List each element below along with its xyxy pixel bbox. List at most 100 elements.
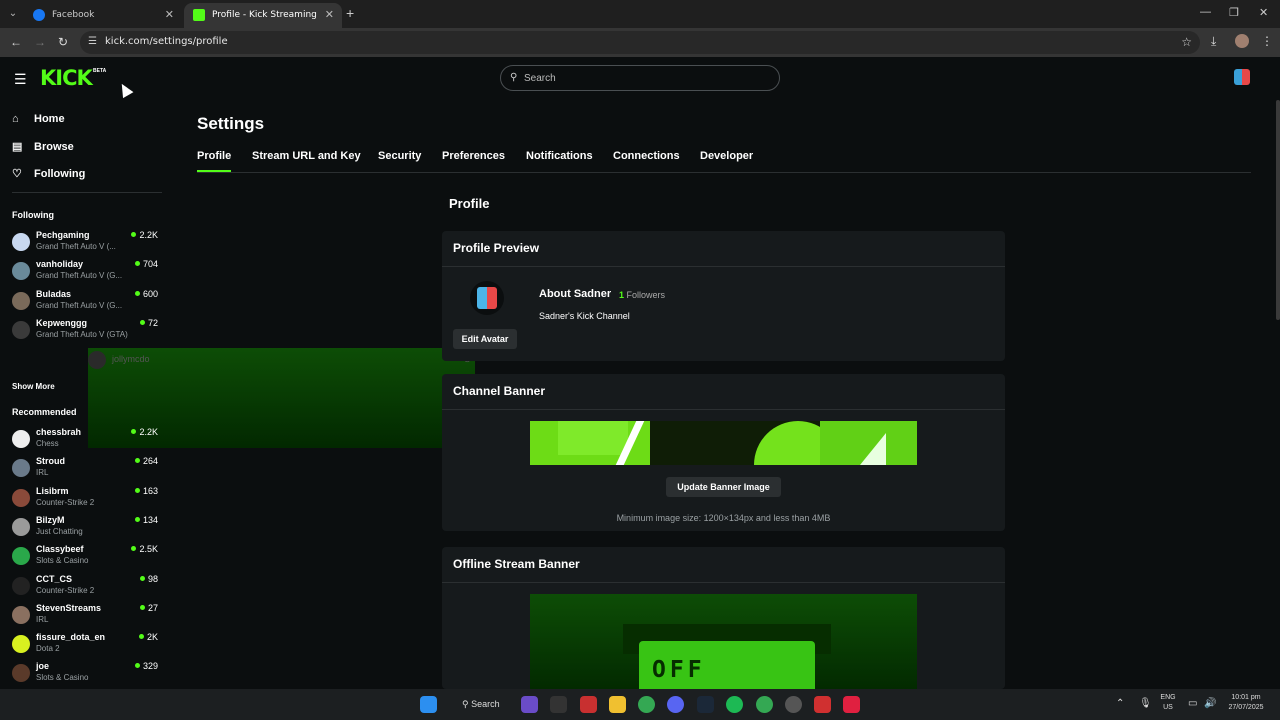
channel-item[interactable]: Stroud IRL 264 bbox=[12, 456, 162, 484]
channel-avatar bbox=[12, 635, 30, 654]
viewer-count: 264 bbox=[134, 456, 158, 466]
channel-name: BilzyM bbox=[36, 514, 65, 525]
viewer-count: 600 bbox=[134, 289, 158, 299]
nav-label: Home bbox=[34, 113, 65, 125]
hamburger-menu-icon[interactable]: ☰ bbox=[14, 71, 27, 88]
chrome-icon[interactable] bbox=[638, 696, 655, 713]
back-icon[interactable]: ← bbox=[10, 35, 22, 49]
channel-item[interactable]: Classybeef Slots & Casino 2.5K bbox=[12, 544, 162, 572]
app-icon[interactable] bbox=[580, 696, 597, 713]
channel-bio: Sadner's Kick Channel bbox=[539, 311, 630, 321]
channel-item[interactable]: CCT_CS Counter-Strike 2 98 bbox=[12, 574, 162, 602]
windows-start-icon[interactable] bbox=[420, 696, 437, 713]
url-text[interactable]: kick.com/settings/profile bbox=[105, 36, 228, 47]
tab-facebook[interactable]: Facebook ✕ bbox=[24, 3, 182, 28]
user-avatar[interactable] bbox=[1234, 69, 1250, 85]
update-banner-button[interactable]: Update Banner Image bbox=[666, 477, 781, 497]
app-icon[interactable] bbox=[843, 696, 860, 713]
page-scrollbar[interactable] bbox=[1276, 100, 1280, 320]
channel-item[interactable]: chessbrah Chess 2.2K bbox=[12, 427, 162, 455]
viewer-count: 2.5K bbox=[131, 544, 158, 554]
minimize-icon[interactable]: — bbox=[1200, 6, 1211, 18]
tray-chevron-icon[interactable]: ⌃ bbox=[1116, 698, 1124, 709]
app-icon[interactable] bbox=[550, 696, 567, 713]
viewer-count: 2.2K bbox=[131, 230, 158, 240]
reload-icon[interactable]: ↻ bbox=[58, 35, 68, 49]
browser-menu-icon[interactable]: ⋮ bbox=[1261, 34, 1273, 48]
chrome-active-icon[interactable] bbox=[756, 696, 773, 713]
channel-item[interactable]: joe Slots & Casino 329 bbox=[12, 661, 162, 689]
channel-item[interactable]: fissure_dota_en Dota 2 2K bbox=[12, 632, 162, 660]
windows-taskbar: ⚲ Search ⌃ 🎙 ENG US ▭ 🔊 10:01 pm 27/07/202… bbox=[0, 689, 1280, 720]
app-icon[interactable] bbox=[814, 696, 831, 713]
tab-security[interactable]: Security bbox=[378, 150, 421, 162]
tab-kick-profile[interactable]: Profile - Kick Streaming ✕ bbox=[184, 3, 342, 28]
offline-banner-heading: Offline Stream Banner bbox=[453, 557, 580, 571]
forward-icon[interactable]: → bbox=[34, 35, 46, 49]
bookmark-star-icon[interactable]: ☆ bbox=[1181, 35, 1192, 49]
nav-label: Browse bbox=[34, 141, 74, 153]
download-icon[interactable]: ⤓ bbox=[1211, 34, 1216, 49]
volume-icon[interactable]: 🔊 bbox=[1204, 698, 1216, 709]
channel-category: Grand Theft Auto V (G... bbox=[36, 300, 123, 310]
close-tab-icon[interactable]: ✕ bbox=[325, 8, 334, 21]
language-indicator[interactable]: ENG US bbox=[1158, 693, 1178, 713]
tab-profile[interactable]: Profile bbox=[197, 150, 231, 162]
channel-name: jollymcdo bbox=[112, 354, 150, 364]
close-window-icon[interactable]: ✕ bbox=[1259, 6, 1268, 19]
discord-icon[interactable] bbox=[667, 696, 684, 713]
search-input[interactable]: ⚲ Search bbox=[500, 65, 780, 91]
tab-search-button[interactable]: ⌄ bbox=[4, 5, 22, 23]
channel-item[interactable]: Pechgaming Grand Theft Auto V (... 2.2K bbox=[12, 230, 162, 258]
taskbar-search[interactable]: ⚲ Search bbox=[450, 695, 512, 714]
channel-item[interactable]: vanholiday Grand Theft Auto V (G... 704 bbox=[12, 259, 162, 287]
tab-preferences[interactable]: Preferences bbox=[442, 150, 505, 162]
channel-name: Classybeef bbox=[36, 544, 84, 555]
channel-category: IRL bbox=[36, 468, 49, 478]
steam-icon[interactable] bbox=[697, 696, 714, 713]
sidebar-nav-browse[interactable]: ▤ Browse bbox=[12, 140, 74, 153]
channel-category: Just Chatting bbox=[36, 526, 83, 536]
sidebar-nav-home[interactable]: ⌂ Home bbox=[12, 113, 65, 125]
about-title: About Sadner bbox=[539, 288, 612, 300]
spotify-icon[interactable] bbox=[726, 696, 743, 713]
app-icon[interactable] bbox=[521, 696, 538, 713]
channel-item[interactable]: Lisibrm Counter-Strike 2 163 bbox=[12, 486, 162, 514]
channel-item[interactable]: Kepwenggg Grand Theft Auto V (GTA) 72 bbox=[12, 318, 162, 346]
offline-image-text: OFF bbox=[652, 657, 706, 683]
microphone-icon[interactable]: 🎙 bbox=[1139, 698, 1152, 709]
maximize-icon[interactable]: ❐ bbox=[1229, 6, 1239, 19]
site-info-icon[interactable]: ☰ bbox=[88, 36, 97, 47]
channel-item[interactable]: BilzyM Just Chatting 134 bbox=[12, 515, 162, 543]
sidebar-nav-following[interactable]: ♡ Following bbox=[12, 167, 85, 180]
profile-avatar bbox=[470, 281, 504, 315]
network-icon[interactable]: ▭ bbox=[1188, 698, 1197, 709]
live-dot-icon bbox=[131, 546, 137, 552]
tab-notifications[interactable]: Notifications bbox=[526, 150, 593, 162]
show-more-button[interactable]: Show More bbox=[12, 382, 55, 391]
browser-toolbar: ← → ↻ ☰ kick.com/settings/profile ☆ ⤓ ⋮ bbox=[0, 28, 1280, 57]
clock[interactable]: 10:01 pm 27/07/2025 bbox=[1222, 693, 1270, 713]
channel-item[interactable]: StevenStreams IRL 27 bbox=[12, 603, 162, 631]
channel-avatar bbox=[88, 351, 106, 369]
kick-logo[interactable]: KICK bbox=[40, 66, 93, 90]
new-tab-icon[interactable]: + bbox=[346, 5, 354, 21]
tab-developer[interactable]: Developer bbox=[700, 150, 753, 162]
channel-item[interactable]: Buladas Grand Theft Auto V (G... 600 bbox=[12, 289, 162, 317]
profile-preview-heading: Profile Preview bbox=[453, 241, 540, 255]
viewer-count: 2.2K bbox=[131, 427, 158, 437]
edit-avatar-button[interactable]: Edit Avatar bbox=[453, 329, 517, 349]
profile-preview-card: Profile Preview About Sadner 1 Followers… bbox=[442, 231, 1005, 361]
channel-category: Grand Theft Auto V (G... bbox=[36, 271, 123, 281]
channel-banner-heading: Channel Banner bbox=[453, 384, 546, 398]
tab-stream-url-and-key[interactable]: Stream URL and Key bbox=[252, 150, 361, 162]
close-tab-icon[interactable]: ✕ bbox=[165, 8, 174, 21]
browser-profile-avatar[interactable] bbox=[1235, 34, 1249, 48]
channel-name: joe bbox=[36, 661, 50, 672]
viewer-count: 163 bbox=[134, 486, 158, 496]
offline-banner-image: OFF bbox=[530, 594, 917, 694]
address-bar[interactable]: ☰ kick.com/settings/profile ☆ bbox=[80, 31, 1200, 54]
file-explorer-icon[interactable] bbox=[609, 696, 626, 713]
tab-connections[interactable]: Connections bbox=[613, 150, 680, 162]
app-icon[interactable] bbox=[785, 696, 802, 713]
